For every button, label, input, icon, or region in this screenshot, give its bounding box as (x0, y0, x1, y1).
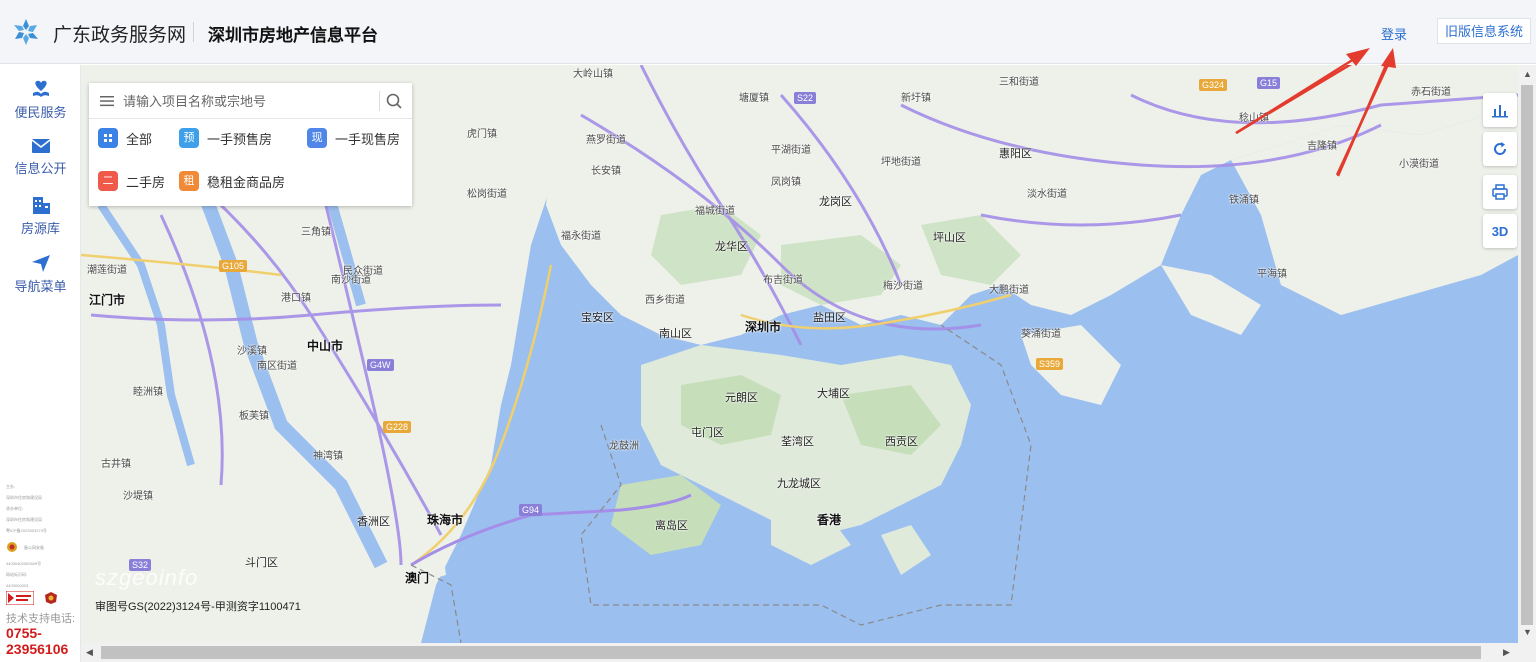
horizontal-scrollbar[interactable]: ◀ ▶ (81, 643, 1536, 662)
scroll-up-icon[interactable]: ▲ (1523, 69, 1532, 79)
scroll-down-icon[interactable]: ▼ (1523, 627, 1532, 637)
scroll-right-icon[interactable]: ▶ (1503, 647, 1510, 658)
scroll-left-icon[interactable]: ◀ (86, 647, 93, 658)
vertical-scrollbar[interactable]: ▲ ▼ (1518, 65, 1536, 643)
annotation-overlay (1235, 48, 1396, 177)
vertical-scroll-thumb[interactable] (1521, 85, 1533, 625)
horizontal-scroll-thumb[interactable] (101, 646, 1481, 659)
